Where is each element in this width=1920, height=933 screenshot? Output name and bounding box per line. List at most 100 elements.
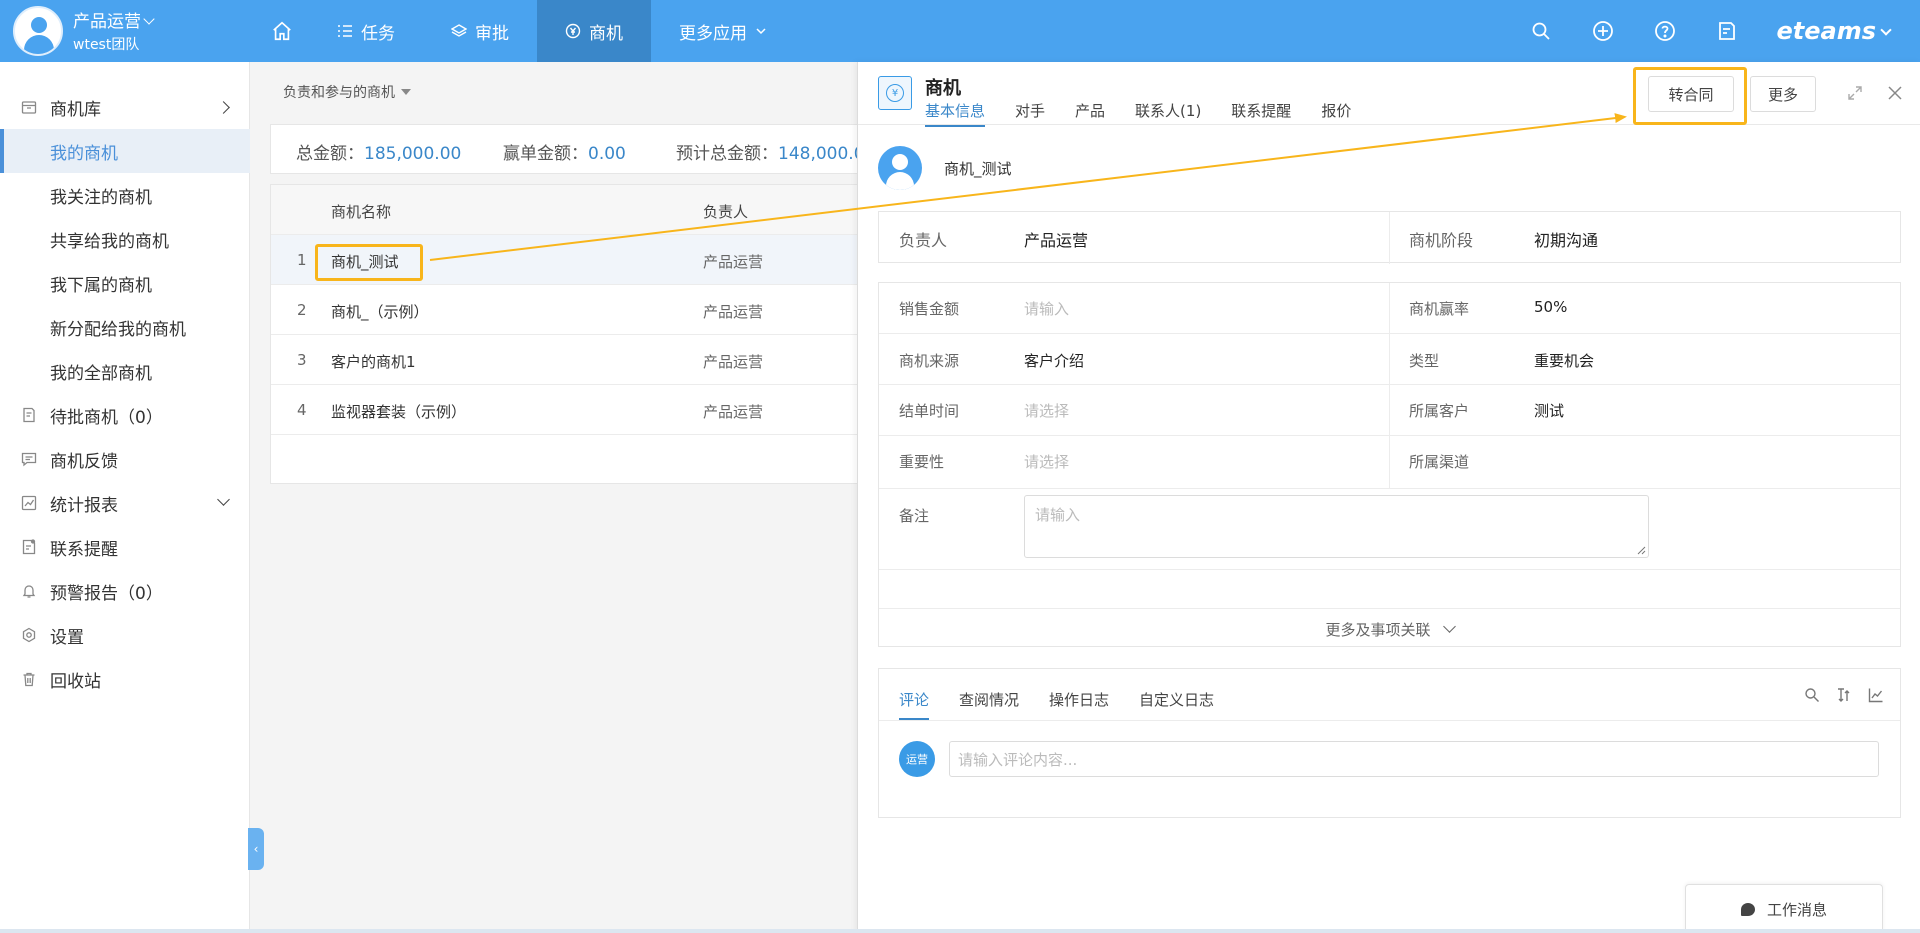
top-right-tools: eteams xyxy=(1528,0,1892,62)
column-header-name[interactable]: 商机名称 xyxy=(331,201,391,222)
nav-approval[interactable]: 审批 xyxy=(423,0,537,62)
sidebar-item-pending[interactable]: 待批商机（0） xyxy=(0,393,250,437)
nav-opportunity-label: 商机 xyxy=(589,23,623,44)
record-name: 商机_测试 xyxy=(944,160,1012,178)
brand-menu[interactable]: eteams xyxy=(1776,17,1892,45)
stage-value[interactable]: 初期沟通 xyxy=(1534,227,1598,251)
chat-bubble-icon xyxy=(1740,902,1755,916)
row-index: 4 xyxy=(297,401,307,419)
sidebar-collapse-handle[interactable]: ‹ xyxy=(248,828,264,870)
commenter-avatar: 运营 xyxy=(899,741,935,777)
row-name[interactable]: 监视器套装（示例） xyxy=(331,401,466,422)
chevron-down-icon xyxy=(1442,620,1456,633)
search-icon[interactable] xyxy=(1804,687,1820,703)
sidebar-item-reports[interactable]: 统计报表 xyxy=(0,481,250,525)
coin-icon: ¥ xyxy=(886,84,904,102)
user-avatar[interactable] xyxy=(13,6,63,56)
sidebar-item-all-mine[interactable]: 我的全部商机 xyxy=(0,349,250,393)
close-icon[interactable] xyxy=(1884,82,1906,104)
help-icon[interactable] xyxy=(1652,18,1678,44)
customer-value[interactable]: 测试 xyxy=(1534,400,1564,421)
amount-input[interactable]: 请输入 xyxy=(1024,298,1069,319)
comment-tools xyxy=(1804,687,1884,703)
trend-chart-icon[interactable] xyxy=(1868,687,1884,703)
owner-value[interactable]: 产品运营 xyxy=(1024,227,1088,251)
sidebar-item-recycle-bin[interactable]: 回收站 xyxy=(0,657,250,701)
sidebar-item-label: 商机反馈 xyxy=(50,451,118,472)
tab-competitors[interactable]: 对手 xyxy=(1015,100,1045,127)
chart-icon xyxy=(20,494,38,512)
brand-logo: eteams xyxy=(1776,17,1876,45)
sidebar-item-label: 预警报告（0） xyxy=(50,583,163,604)
tab-custom-log[interactable]: 自定义日志 xyxy=(1139,689,1214,720)
comment-section: 评论 查阅情况 操作日志 自定义日志 运营 请输入评论内容... xyxy=(878,668,1901,818)
stage-label: 商机阶段 xyxy=(1409,231,1474,250)
opportunity-logo: ¥ xyxy=(878,76,912,110)
tab-contacts[interactable]: 联系人(1) xyxy=(1135,100,1201,127)
list-filter-dropdown[interactable]: 负责和参与的商机 xyxy=(283,82,411,102)
work-message-button[interactable]: 工作消息 xyxy=(1685,884,1883,933)
sidebar-item-label: 设置 xyxy=(50,627,84,648)
list-icon xyxy=(338,25,352,37)
main-nav: 任务 审批 商机 更多应用 xyxy=(255,0,795,62)
nav-tasks-label: 任务 xyxy=(361,23,395,44)
column-header-owner[interactable]: 负责人 xyxy=(703,201,748,222)
chevron-down-icon xyxy=(756,28,766,35)
sidebar-item-label: 新分配给我的商机 xyxy=(50,319,186,340)
table-row[interactable]: 2 商机_（示例） 产品运营 xyxy=(271,285,859,335)
tab-operation-log[interactable]: 操作日志 xyxy=(1049,689,1109,720)
more-button[interactable]: 更多 xyxy=(1750,76,1816,112)
sidebar-item-settings[interactable]: 设置 xyxy=(0,613,250,657)
sidebar-item-reminders[interactable]: 联系提醒 xyxy=(0,525,250,569)
sidebar-item-shared[interactable]: 共享给我的商机 xyxy=(0,217,250,261)
close-date-picker[interactable]: 请选择 xyxy=(1024,400,1069,421)
sidebar-item-my-opportunities[interactable]: 我的商机 xyxy=(0,129,250,173)
add-circle-icon[interactable] xyxy=(1590,18,1616,44)
remark-placeholder: 请输入 xyxy=(1035,506,1081,524)
row-owner: 产品运营 xyxy=(703,403,764,421)
tab-comments[interactable]: 评论 xyxy=(899,689,930,720)
org-switcher[interactable]: 产品运营 xyxy=(73,7,155,32)
tab-reminders[interactable]: 联系提醒 xyxy=(1231,100,1291,127)
comment-tabs: 评论 查阅情况 操作日志 自定义日志 xyxy=(899,689,1244,720)
table-row[interactable]: 3 客户的商机1 产品运营 xyxy=(271,335,859,385)
more-relations-toggle[interactable]: 更多及事项关联 xyxy=(879,619,1900,640)
row-name[interactable]: 客户的商机1 xyxy=(331,351,416,372)
nav-tasks[interactable]: 任务 xyxy=(309,0,423,62)
tab-view-status[interactable]: 查阅情况 xyxy=(959,689,1019,720)
sidebar-item-subordinates[interactable]: 我下属的商机 xyxy=(0,261,250,305)
sidebar-item-newly-assigned[interactable]: 新分配给我的商机 xyxy=(0,305,250,349)
tab-products[interactable]: 产品 xyxy=(1075,100,1105,127)
field-row: 销售金额 请输入 商机赢率 50% xyxy=(879,283,1900,334)
work-message-label: 工作消息 xyxy=(1766,900,1827,919)
coin-icon xyxy=(565,23,581,39)
importance-select[interactable]: 请选择 xyxy=(1024,451,1069,472)
resize-grip-icon[interactable] xyxy=(1636,545,1646,555)
sidebar-item-feedback[interactable]: 商机反馈 xyxy=(0,437,250,481)
table-row[interactable]: 4 监视器套装（示例） 产品运营 xyxy=(271,385,859,435)
nav-home[interactable] xyxy=(255,0,309,62)
notes-icon[interactable] xyxy=(1714,18,1740,44)
row-name[interactable]: 商机_（示例） xyxy=(331,301,429,322)
search-icon[interactable] xyxy=(1528,18,1554,44)
sidebar-item-library[interactable]: 商机库 xyxy=(0,85,250,129)
tab-basic-info[interactable]: 基本信息 xyxy=(925,100,986,127)
more-relations-label: 更多及事项关联 xyxy=(1325,621,1431,639)
chevron-down-icon xyxy=(143,13,155,25)
detail-panel: ¥ 商机 基本信息 对手 产品 联系人(1) 联系提醒 报价 转合同 更多 商机… xyxy=(857,62,1920,933)
nav-more-apps[interactable]: 更多应用 xyxy=(651,0,795,62)
tab-quotes[interactable]: 报价 xyxy=(1321,100,1351,127)
comment-input[interactable]: 请输入评论内容... xyxy=(949,741,1879,777)
sort-icon[interactable] xyxy=(1836,687,1852,703)
source-value[interactable]: 客户介绍 xyxy=(1024,350,1084,371)
total-amount-value: 185,000.00 xyxy=(364,144,462,164)
remark-textarea[interactable]: 请输入 xyxy=(1024,495,1649,558)
win-rate-value[interactable]: 50% xyxy=(1534,298,1567,316)
field-row: 备注 请输入 xyxy=(879,489,1900,570)
expand-icon[interactable] xyxy=(1844,82,1866,104)
nav-opportunity[interactable]: 商机 xyxy=(537,0,651,62)
approval-icon xyxy=(20,406,38,424)
sidebar-item-alerts[interactable]: 预警报告（0） xyxy=(0,569,250,613)
sidebar-item-followed[interactable]: 我关注的商机 xyxy=(0,173,250,217)
type-value[interactable]: 重要机会 xyxy=(1534,350,1594,371)
